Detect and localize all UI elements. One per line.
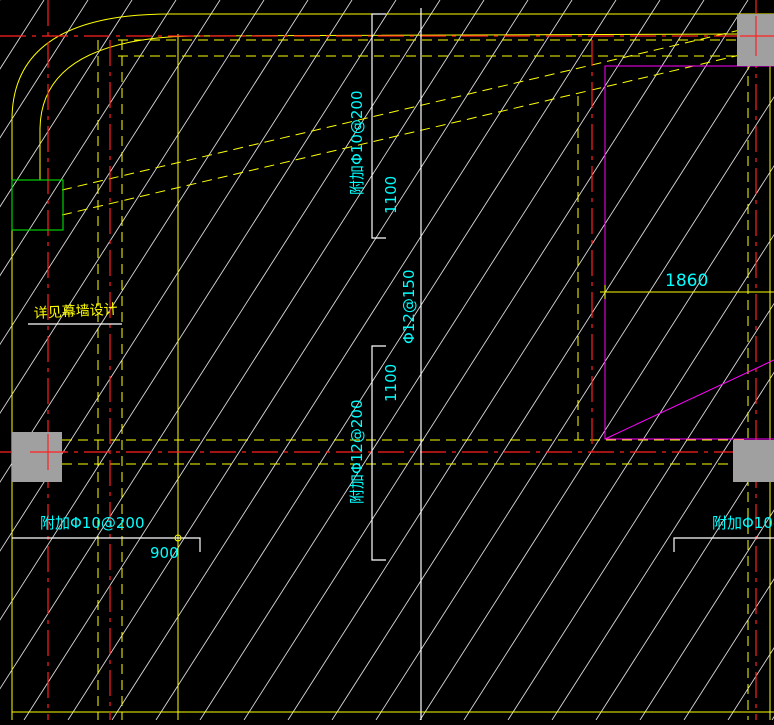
hatch-line (243, 0, 705, 720)
rebar-top-length-label: 1100 (382, 176, 400, 214)
hatch-line (0, 0, 265, 415)
hatch-line (683, 578, 774, 720)
rebar-top-extra-label: 附加Φ10@200 (348, 90, 366, 195)
diagonal-beam-2 (61, 54, 741, 216)
hatch-line (0, 0, 45, 70)
hatch-line (155, 0, 617, 720)
rebar-bracket-right (673, 537, 774, 552)
slab-hatching (0, 0, 774, 720)
beam-dashed-lines (61, 29, 749, 720)
hatch-line (111, 0, 573, 720)
columns (11, 14, 774, 482)
rebar-mid-length-label: 1100 (382, 364, 400, 402)
hatch-line (551, 371, 774, 720)
hatch-line (0, 0, 397, 621)
hatch-line (595, 440, 774, 720)
hatch-line (0, 0, 441, 690)
hatch-line (331, 27, 774, 720)
column-green-outline (11, 179, 64, 231)
hatch-line (639, 509, 774, 720)
rebar-left-extra-label: 附加Φ10@200 (40, 514, 145, 532)
hatch-line (419, 165, 774, 720)
column-center-crosses (30, 16, 774, 470)
hatch-line (507, 302, 774, 720)
hatch-line (0, 0, 89, 139)
dim-900-text: 900 (150, 544, 179, 562)
curtain-wall-note: 详见幕墙设计 (33, 302, 118, 322)
rebar-main-label: Φ12@150 (400, 269, 418, 344)
column-mid-right (733, 440, 774, 482)
floor-slab-reinforcement-plan: 1860 附加Φ10@200 1100 Φ12@150 1100 附加Φ12@2… (0, 0, 774, 720)
hatch-line (0, 0, 309, 483)
hatch-line (463, 233, 774, 720)
rebar-mid-extra-label: 附加Φ12@200 (348, 399, 366, 504)
opening-diagonal (604, 359, 774, 440)
dim-1860-text: 1860 (665, 271, 708, 291)
rebar-annotations: 附加Φ10@200 1100 Φ12@150 1100 附加Φ12@200 详见… (33, 90, 774, 562)
cad-drawing-canvas: 1860 附加Φ10@200 1100 Φ12@150 1100 附加Φ12@2… (0, 0, 774, 720)
hatch-line (0, 0, 353, 552)
rebar-right-extra-label: 附加Φ10@ (712, 514, 774, 532)
axis-lines (0, 0, 774, 720)
hatch-line (0, 0, 133, 208)
hatch-line (67, 0, 529, 720)
hatch-line (0, 0, 177, 277)
diagonal-beam-1 (61, 29, 741, 191)
column-mid-left (12, 432, 62, 482)
hatch-line (375, 96, 774, 720)
hatch-line (199, 0, 661, 720)
hatch-line (23, 0, 485, 720)
